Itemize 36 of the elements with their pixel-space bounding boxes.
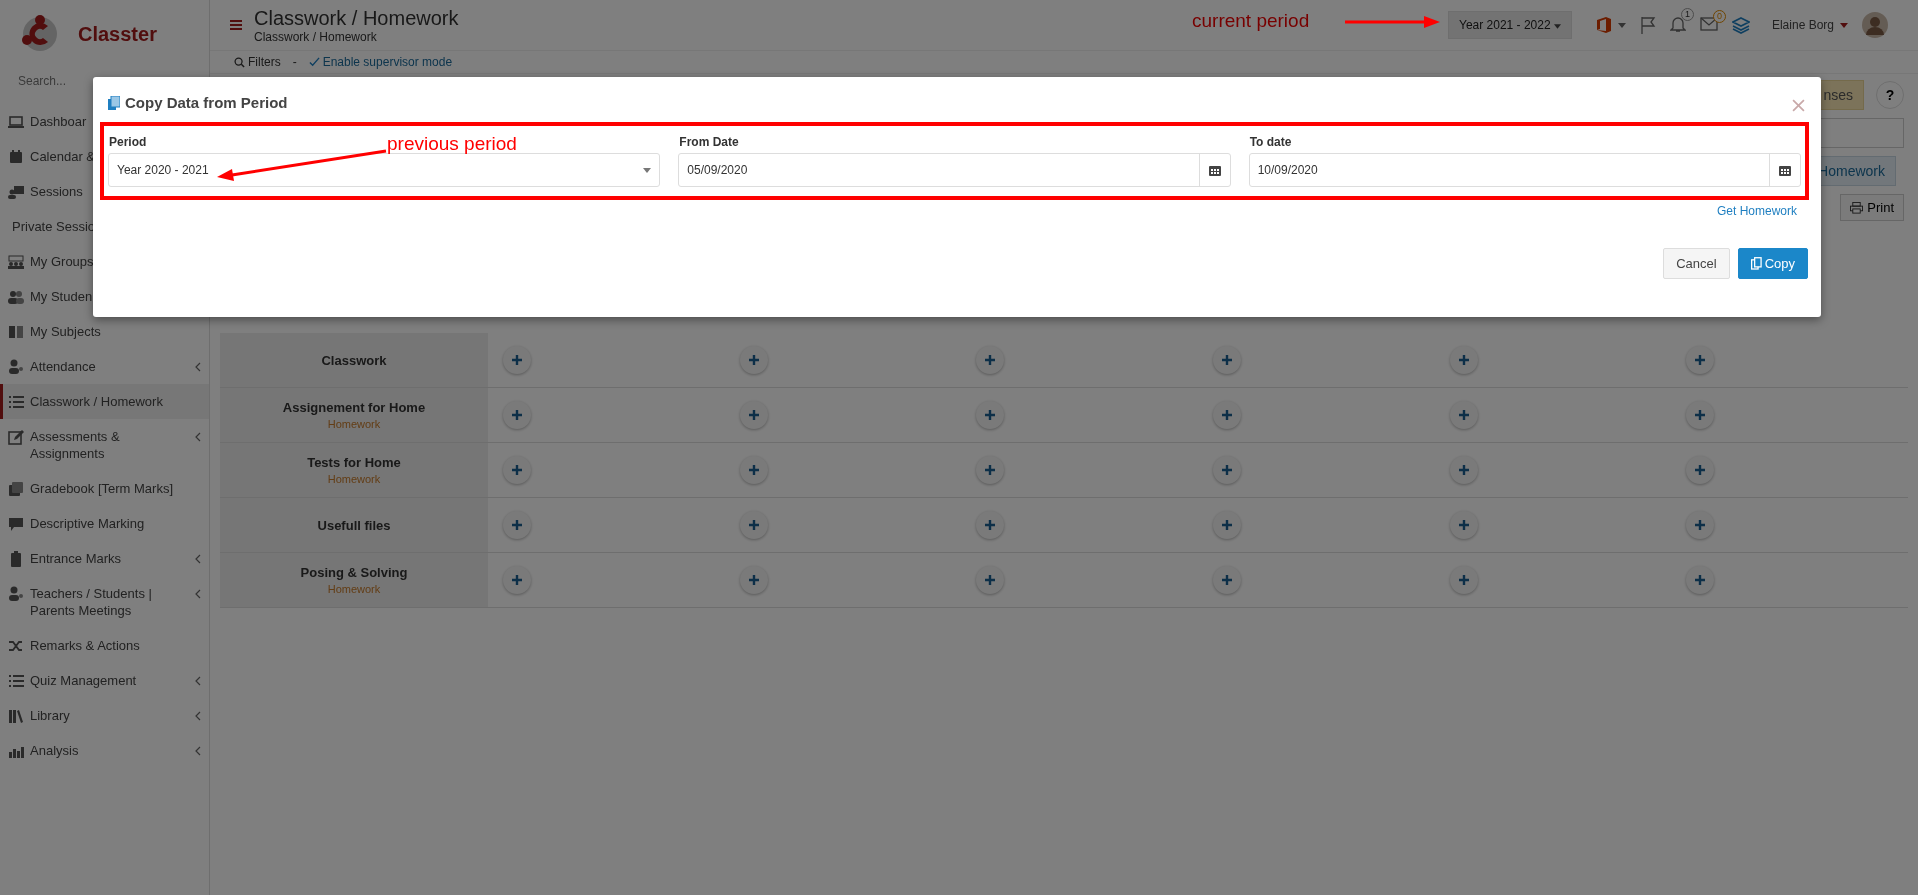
sidebar-item-label: My Subjects: [30, 323, 101, 340]
annotation-text: previous period: [387, 133, 517, 155]
sidebar-item-label: Remarks & Actions: [30, 637, 140, 654]
page-title: Classwork / Homework: [254, 6, 459, 30]
row-title: Classwork: [321, 352, 387, 368]
field-label: To date: [1248, 135, 1292, 149]
dialog-title: Copy Data from Period: [125, 94, 288, 111]
row-subtitle: Homework: [327, 473, 381, 485]
notification-badge: 1: [1680, 7, 1694, 21]
annotation-text: current period: [1192, 10, 1310, 32]
sidebar-item-label: Classwork / Homework: [30, 393, 163, 410]
sidebar-item-label: Descriptive Marking: [30, 515, 145, 532]
sidebar-item-label: Library: [30, 707, 70, 724]
sidebar-item-label: Sessions: [30, 183, 83, 200]
field-label: From Date: [678, 135, 739, 149]
message-badge: 0: [1712, 9, 1726, 23]
sidebar-item-label: Gradebook [Term Marks]: [30, 480, 174, 497]
row-title: Tests for Home: [307, 455, 401, 470]
sidebar-item-label: Attendance: [30, 358, 96, 375]
sidebar-item-label: Private Sessio: [11, 218, 96, 235]
separator-text: -: [292, 55, 297, 69]
sidebar-item-label: My Groups: [30, 253, 94, 270]
row-title: Usefull files: [317, 517, 391, 533]
sidebar-item-label: Assessments & Assignments: [30, 428, 121, 462]
row-title: Posing & Solving: [300, 565, 408, 580]
row-subtitle: Homework: [327, 418, 381, 430]
row-title: Assignement for Home: [282, 400, 426, 415]
sidebar-item-label: Dashboar: [30, 113, 87, 130]
app-name: Classter: [78, 22, 157, 46]
row-subtitle: Homework: [327, 583, 381, 595]
sidebar-item-label: Analysis: [30, 742, 79, 759]
sidebar-item-label: Entrance Marks: [30, 550, 122, 567]
sidebar-item-label: Quiz Management: [30, 672, 137, 689]
sidebar-item-label: Teachers / Students | Parents Meetings: [30, 585, 153, 619]
sidebar-item-label: My Studen: [30, 288, 93, 305]
field-label: Period: [108, 135, 147, 149]
